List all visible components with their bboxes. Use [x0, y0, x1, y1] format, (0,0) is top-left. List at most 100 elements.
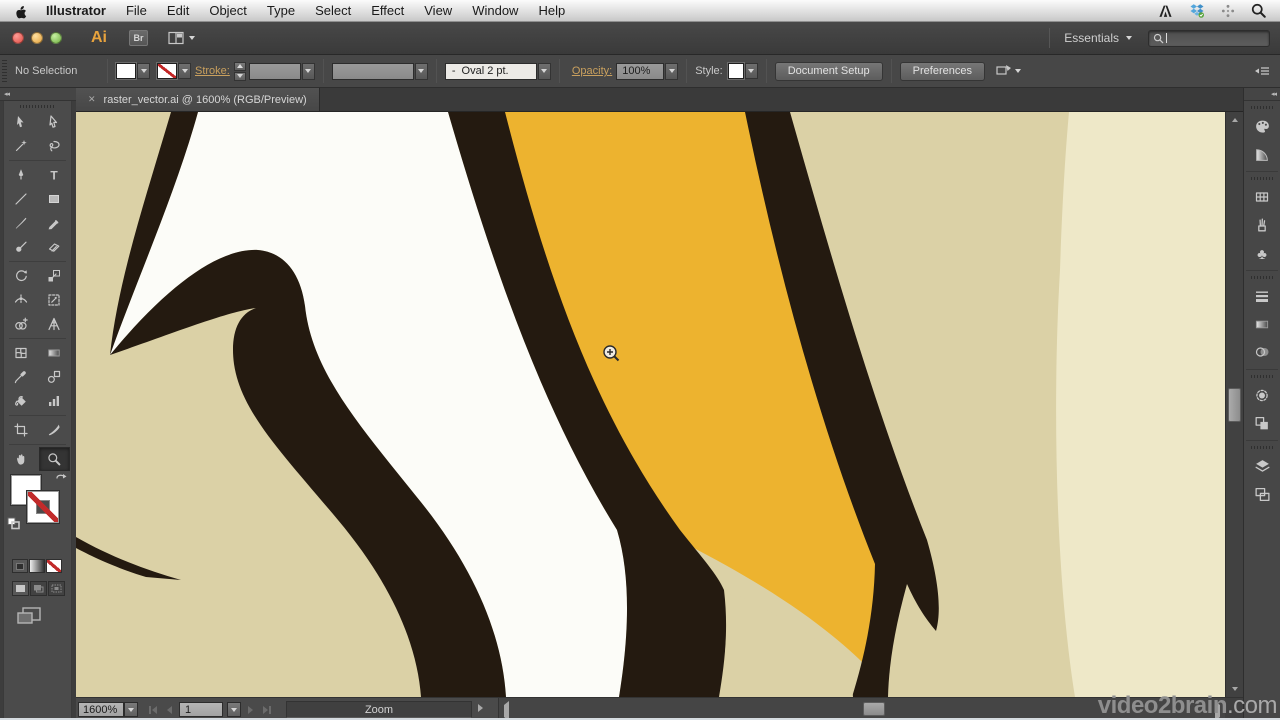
width-profile-dropdown[interactable] — [415, 63, 428, 80]
menu-app-name[interactable]: Illustrator — [36, 0, 116, 22]
slice-tool[interactable] — [39, 418, 70, 442]
blend-tool[interactable] — [39, 365, 70, 389]
close-window-button[interactable] — [12, 32, 24, 44]
rotate-tool[interactable] — [6, 264, 37, 288]
hand-tool[interactable] — [6, 447, 37, 471]
panel-button-color-guide[interactable] — [1244, 140, 1280, 168]
zoom-tool[interactable] — [39, 447, 70, 471]
zoom-window-button[interactable] — [50, 32, 62, 44]
stroke-proxy[interactable] — [27, 491, 59, 523]
panel-button-graphic-styles[interactable] — [1244, 409, 1280, 437]
arrange-icon[interactable] — [995, 63, 1015, 79]
panel-grip[interactable] — [1251, 177, 1273, 180]
width-tool[interactable] — [6, 288, 37, 312]
stroke-dropdown-button[interactable] — [178, 63, 191, 79]
step-up-button[interactable] — [234, 62, 246, 71]
column-graph-tool[interactable] — [39, 389, 70, 413]
eyedropper-tool[interactable] — [6, 365, 37, 389]
mesh-tool[interactable] — [6, 341, 37, 365]
menu-edit[interactable]: Edit — [157, 0, 199, 22]
first-artboard-button[interactable] — [146, 702, 160, 717]
chevron-down-icon[interactable] — [1015, 69, 1021, 73]
fill-color-swatch[interactable] — [116, 63, 136, 79]
dropbox-icon[interactable] — [1189, 3, 1205, 18]
eraser-tool[interactable] — [39, 235, 70, 259]
panel-button-gradient[interactable] — [1244, 310, 1280, 338]
menu-view[interactable]: View — [414, 0, 462, 22]
zoom-level-dropdown[interactable] — [124, 702, 138, 717]
gradient-button[interactable] — [29, 559, 45, 573]
panel-button-appearance[interactable] — [1244, 381, 1280, 409]
status-display[interactable]: Zoom — [286, 701, 472, 718]
magic-wand-tool[interactable] — [6, 134, 37, 158]
panel-button-stroke[interactable] — [1244, 282, 1280, 310]
paintbrush-tool[interactable] — [6, 211, 37, 235]
horizontal-scroll-thumb[interactable] — [863, 702, 885, 716]
brush-dropdown[interactable] — [538, 63, 551, 80]
color-button[interactable] — [12, 559, 28, 573]
document-tab[interactable]: ✕ raster_vector.ai @ 1600% (RGB/Preview) — [76, 88, 320, 111]
pencil-tool[interactable] — [39, 211, 70, 235]
menu-object[interactable]: Object — [199, 0, 257, 22]
menu-file[interactable]: File — [116, 0, 157, 22]
scroll-left-button[interactable] — [504, 705, 509, 717]
menu-window[interactable]: Window — [462, 0, 528, 22]
shape-builder-tool[interactable] — [6, 312, 37, 336]
draw-behind-button[interactable] — [30, 581, 47, 596]
last-artboard-button[interactable] — [260, 702, 274, 717]
toolbar-collapse-button[interactable]: ◂◂ — [0, 88, 76, 101]
menu-help[interactable]: Help — [528, 0, 575, 22]
screen-mode-button[interactable] — [16, 606, 71, 629]
app-search-field[interactable] — [1148, 30, 1270, 47]
artboard-number-field[interactable]: 1 — [179, 702, 223, 717]
artboard-dropdown[interactable] — [227, 702, 241, 717]
opacity-field[interactable]: 100% — [616, 63, 664, 80]
selection-tool[interactable] — [6, 110, 37, 134]
panel-button-swatches[interactable] — [1244, 183, 1280, 211]
document-canvas[interactable] — [76, 112, 1225, 697]
stroke-weight-field[interactable] — [249, 63, 301, 80]
scroll-up-button[interactable] — [1226, 112, 1244, 128]
width-profile-field[interactable] — [332, 63, 414, 80]
status-menu-arrow[interactable] — [478, 704, 483, 712]
stroke-panel-link[interactable]: Stroke: — [195, 65, 230, 77]
fill-dropdown-button[interactable] — [137, 63, 150, 79]
spotlight-icon[interactable] — [1251, 3, 1266, 18]
lasso-tool[interactable] — [39, 134, 70, 158]
live-paint-bucket-tool[interactable] — [6, 389, 37, 413]
document-setup-button[interactable]: Document Setup — [775, 62, 883, 81]
blob-brush-tool[interactable] — [6, 235, 37, 259]
vertical-scroll-thumb[interactable] — [1228, 388, 1241, 422]
panel-grip[interactable] — [20, 105, 55, 108]
panel-button-symbols[interactable]: ♣ — [1244, 239, 1280, 267]
draw-normal-button[interactable] — [12, 581, 29, 596]
stroke-color-swatch[interactable] — [157, 63, 177, 79]
style-swatch[interactable] — [728, 63, 744, 79]
pen-tool[interactable] — [6, 163, 37, 187]
menu-effect[interactable]: Effect — [361, 0, 414, 22]
swap-fill-stroke-icon[interactable] — [55, 473, 68, 485]
opacity-panel-link[interactable]: Opacity: — [572, 65, 612, 77]
panel-button-layers[interactable] — [1244, 452, 1280, 480]
panel-button-brushes[interactable] — [1244, 211, 1280, 239]
menu-select[interactable]: Select — [305, 0, 361, 22]
stroke-weight-dropdown[interactable] — [302, 63, 315, 80]
workspace-switcher[interactable]: Essentials — [1064, 31, 1132, 45]
dots-cluster-icon[interactable] — [1221, 4, 1235, 18]
dock-collapse-button[interactable]: ◂◂ — [1244, 88, 1280, 101]
artboard-tool[interactable] — [6, 418, 37, 442]
stroke-weight-stepper[interactable] — [234, 62, 246, 81]
next-artboard-button[interactable] — [245, 702, 256, 717]
apple-menu[interactable] — [0, 3, 36, 19]
brush-definition-field[interactable]: - Oval 2 pt. — [445, 63, 537, 80]
step-down-button[interactable] — [234, 72, 246, 81]
panel-grip[interactable] — [2, 60, 7, 82]
gradient-tool[interactable] — [39, 341, 70, 365]
zoom-level-field[interactable]: 1600% — [78, 702, 124, 717]
opacity-dropdown[interactable] — [665, 63, 678, 80]
rectangle-tool[interactable] — [39, 187, 70, 211]
free-transform-tool[interactable] — [39, 288, 70, 312]
panel-grip[interactable] — [1251, 446, 1273, 449]
direct-selection-tool[interactable] — [39, 110, 70, 134]
panel-grip[interactable] — [1251, 375, 1273, 378]
